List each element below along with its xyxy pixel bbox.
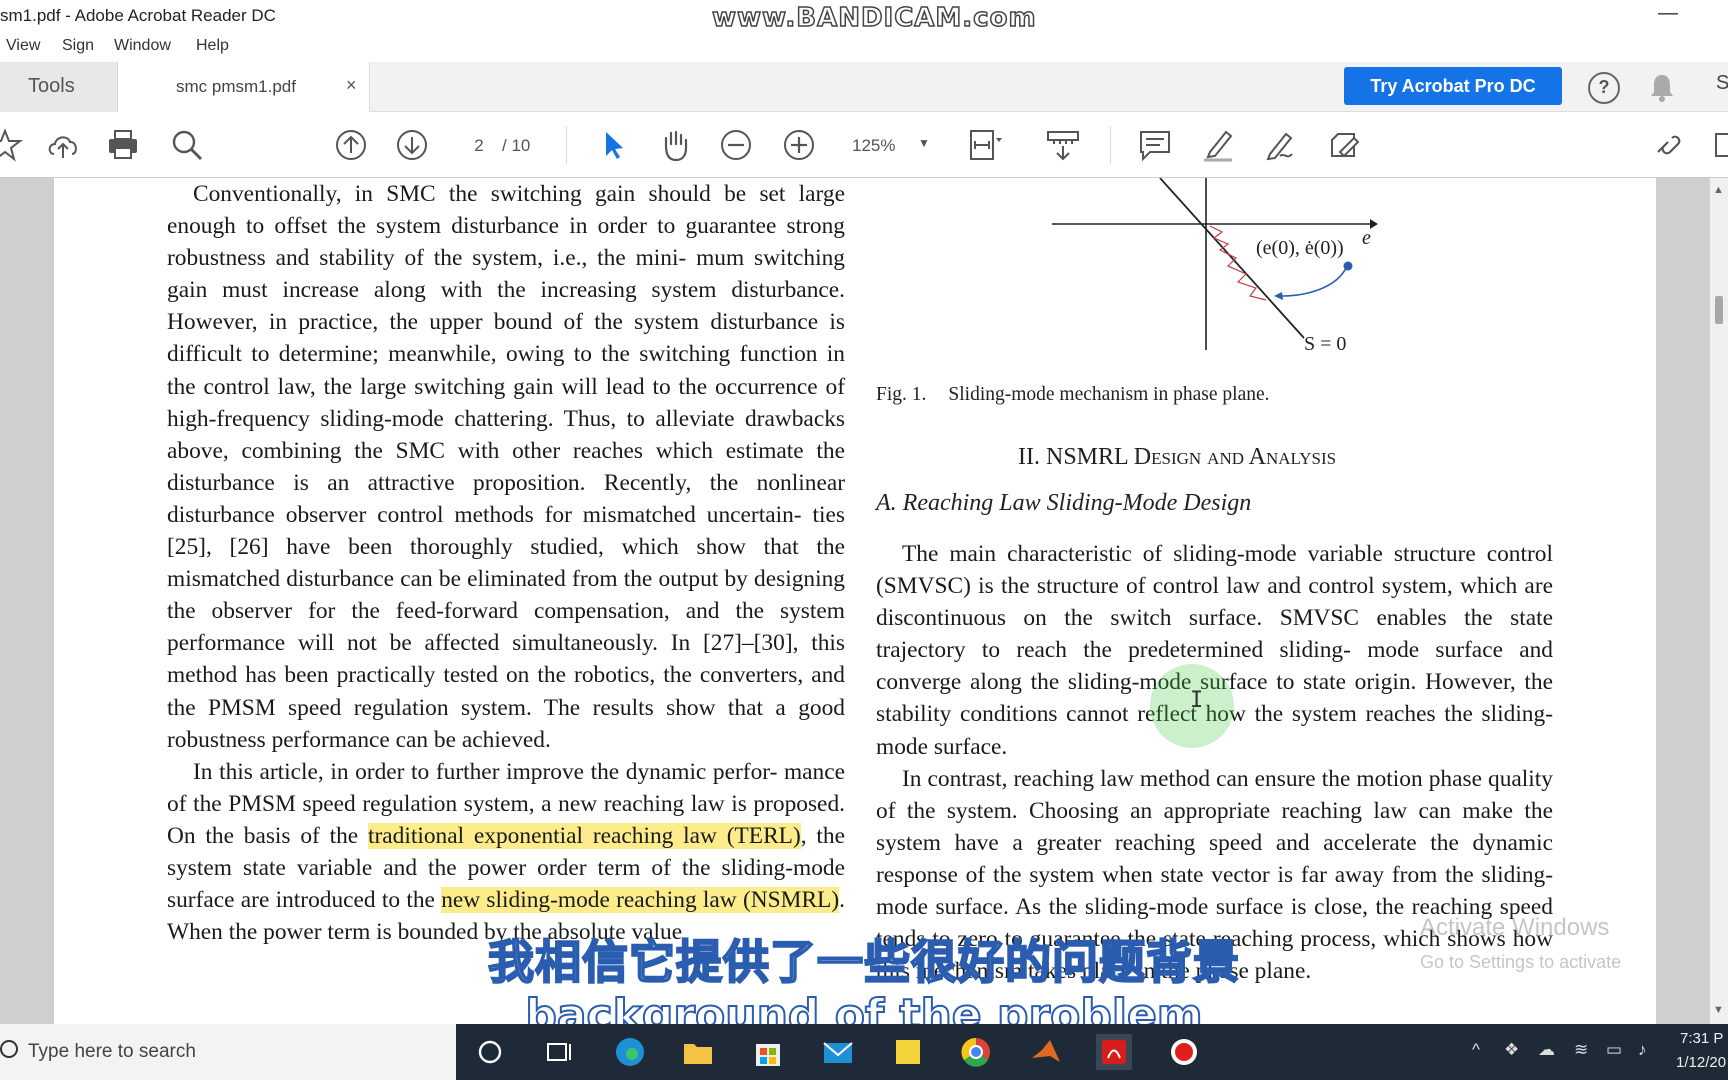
share-link-icon[interactable]	[1650, 126, 1688, 164]
fit-page-icon[interactable]	[966, 126, 1004, 164]
page-total: / 10	[502, 136, 531, 155]
help-icon[interactable]: ?	[1588, 72, 1620, 104]
phase-plane-figure: e (e(0), ė(0)) S = 0	[1050, 177, 1380, 358]
file-explorer-icon[interactable]	[680, 1034, 716, 1070]
taskbar-search[interactable]: Type here to search	[0, 1024, 456, 1080]
menu-help[interactable]: Help	[196, 37, 229, 55]
figure-caption: Fig. 1. Sliding-mode mechanism in phase p…	[876, 384, 1270, 406]
edit-pdf-icon[interactable]	[1324, 126, 1362, 164]
search-icon[interactable]	[168, 126, 206, 164]
taskbar-search-placeholder: Type here to search	[28, 1041, 196, 1062]
subsection-heading: A. Reaching Law Sliding-Mode Design	[876, 490, 1252, 516]
initial-point-label: (e(0), ė(0))	[1256, 237, 1344, 259]
clock-date[interactable]: 1/12/20	[1676, 1054, 1726, 1071]
matlab-icon[interactable]	[1028, 1034, 1064, 1070]
cloud-upload-icon[interactable]	[44, 126, 82, 164]
wifi-icon[interactable]: ≋	[1574, 1040, 1588, 1060]
close-icon[interactable]: ×	[346, 75, 357, 96]
page-down-icon[interactable]	[393, 126, 431, 164]
minimize-button[interactable]: —	[1658, 2, 1678, 25]
panel-toggle-icon[interactable]	[1712, 126, 1728, 164]
page-up-icon[interactable]	[332, 126, 370, 164]
toolbar-separator	[1110, 126, 1111, 164]
menu-bar: View Sign Window Help	[0, 34, 1728, 62]
menu-view[interactable]: View	[6, 37, 40, 55]
taskbar: Type here to search ^ ❖ ☁ ≋ ▭ ♪ 7:31 P 1…	[0, 1024, 1728, 1080]
chevron-down-icon[interactable]: ▼	[918, 136, 930, 150]
hand-icon[interactable]	[656, 126, 694, 164]
dropbox-icon[interactable]: ❖	[1504, 1040, 1519, 1060]
section-heading: II. NSMRL Design and Analysis	[1018, 444, 1337, 470]
toolbar-separator	[566, 126, 567, 164]
task-view-icon[interactable]	[540, 1034, 576, 1070]
bookmark-star-icon[interactable]	[0, 126, 24, 164]
edge-icon[interactable]	[612, 1034, 648, 1070]
figure-caption-text: Sliding-mode mechanism in phase plane.	[948, 384, 1270, 405]
clock-time[interactable]: 7:31 P	[1680, 1030, 1723, 1047]
signin-truncated[interactable]: S	[1716, 72, 1728, 95]
sticky-notes-icon[interactable]	[890, 1034, 926, 1070]
tab-tools-label: Tools	[28, 75, 75, 97]
try-acrobat-pro-button[interactable]: Try Acrobat Pro DC	[1344, 67, 1562, 105]
zoom-out-icon[interactable]	[717, 126, 755, 164]
paragraph-proposal: In this article, in order to further imp…	[167, 756, 845, 949]
left-column-text: Conventionally, in SMC the switching gai…	[167, 178, 845, 948]
battery-icon[interactable]: ▭	[1606, 1040, 1622, 1060]
tab-tools[interactable]: Tools	[0, 62, 118, 112]
scroll-up-icon[interactable]: ▲	[1713, 184, 1724, 196]
acrobat-icon[interactable]	[1096, 1034, 1132, 1070]
tab-document[interactable]: smc pmsm1.pdf ×	[118, 62, 370, 112]
chrome-icon[interactable]	[958, 1034, 994, 1070]
bandicam-icon[interactable]	[1166, 1034, 1202, 1070]
subtitle-chinese: 我相信它提供了一些很好的问题背景	[487, 934, 1240, 990]
window-title: sm1.pdf - Adobe Acrobat Reader DC	[0, 6, 276, 25]
highlight-terl[interactable]: traditional exponential reaching law (TE…	[367, 822, 801, 849]
mail-icon[interactable]	[820, 1034, 856, 1070]
vertical-scrollbar[interactable]: ▲ ▼	[1710, 178, 1728, 1024]
highlight-pen-icon[interactable]	[1198, 126, 1236, 164]
store-icon[interactable]	[750, 1034, 786, 1070]
figure-caption-number: Fig. 1.	[876, 384, 927, 405]
print-icon[interactable]	[104, 126, 142, 164]
page-number-input[interactable]: 2	[462, 136, 496, 156]
menu-sign[interactable]: Sign	[62, 37, 94, 55]
text-cursor-icon: I	[1190, 688, 1204, 713]
recorder-watermark: www.BANDICAM.com	[711, 2, 1037, 34]
onedrive-icon[interactable]: ☁	[1538, 1040, 1555, 1060]
highlight-nsmrl[interactable]: new sliding-mode reaching law (NSMRL)	[441, 887, 840, 914]
tray-chevron-icon[interactable]: ^	[1472, 1040, 1480, 1060]
paragraph-intro: Conventionally, in SMC the switching gai…	[167, 181, 845, 753]
axis-e-label: e	[1362, 227, 1371, 249]
select-cursor-icon[interactable]	[594, 126, 632, 164]
bell-icon[interactable]	[1648, 72, 1676, 102]
tab-bar: Tools smc pmsm1.pdf × Try Acrobat Pro DC…	[0, 62, 1728, 112]
scroll-mode-icon[interactable]	[1044, 126, 1082, 164]
volume-icon[interactable]: ♪	[1638, 1040, 1647, 1060]
title-bar: sm1.pdf - Adobe Acrobat Reader DC www.BA…	[0, 0, 1728, 34]
tab-document-label: smc pmsm1.pdf	[176, 77, 296, 96]
search-icon	[0, 1040, 18, 1058]
sign-pen-icon[interactable]	[1260, 126, 1298, 164]
comment-icon[interactable]	[1136, 126, 1174, 164]
menu-window[interactable]: Window	[114, 37, 171, 55]
sliding-surface-label: S = 0	[1304, 333, 1346, 355]
scroll-thumb[interactable]	[1715, 296, 1723, 324]
cortana-icon[interactable]	[472, 1034, 508, 1070]
zoom-dropdown[interactable]: 125%	[852, 136, 895, 156]
zoom-in-icon[interactable]	[780, 126, 818, 164]
